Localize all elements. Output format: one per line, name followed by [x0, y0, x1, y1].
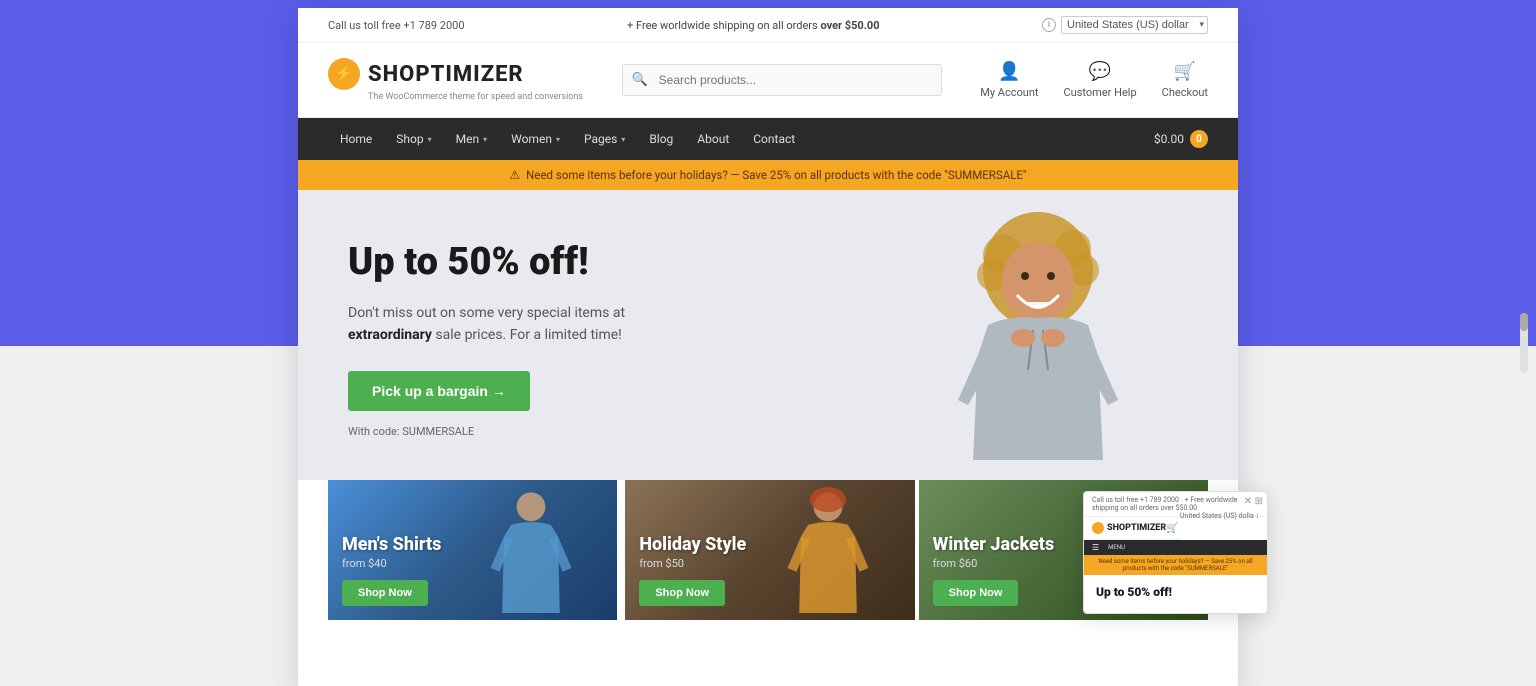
- nav-links: Home Shop ▾ Men ▾ Women ▾ Pages ▾ Blog A…: [328, 118, 807, 160]
- side-scrollbar[interactable]: [1520, 313, 1528, 373]
- currency-area: i United States (US) dollar Euro British…: [1042, 16, 1208, 34]
- mini-header: SHOPTIMIZER 🛒: [1084, 517, 1180, 540]
- product-card-mens: Men's Shirts from $40 Shop Now: [328, 480, 617, 620]
- search-input[interactable]: [622, 64, 942, 96]
- hero-promo-code: With code: SUMMERSALE: [348, 425, 625, 438]
- mini-logo-text: SHOPTIMIZER: [1107, 523, 1166, 533]
- account-icon: 👤: [998, 61, 1020, 82]
- help-icon: 💬: [1089, 61, 1111, 82]
- card-title-mens: Men's Shirts: [342, 534, 603, 555]
- hero-image: [898, 190, 1178, 480]
- hero-title: Up to 50% off!: [348, 242, 625, 284]
- checkout-icon: 🛒: [1174, 61, 1196, 82]
- card-price-mens: from $40: [342, 557, 603, 570]
- promo-banner: ⚠ Need some items before your holidays? …: [298, 160, 1238, 190]
- nav-contact[interactable]: Contact: [741, 118, 807, 160]
- product-card-holiday: Holiday Style from $50 Shop Now: [625, 480, 914, 620]
- nav-women[interactable]: Women ▾: [499, 118, 572, 160]
- shop-now-holiday[interactable]: Shop Now: [639, 580, 725, 606]
- nav-home[interactable]: Home: [328, 118, 384, 160]
- cart-count: 0: [1190, 130, 1208, 148]
- nav-pages[interactable]: Pages ▾: [572, 118, 637, 160]
- customer-help-link[interactable]: 💬 Customer Help: [1064, 61, 1137, 99]
- card-title-holiday: Holiday Style: [639, 534, 900, 555]
- mini-hero: Up to 50% off!: [1084, 575, 1267, 613]
- hero-cta-button[interactable]: Pick up a bargain →: [348, 371, 530, 411]
- mini-nav: ☰ MENU: [1084, 540, 1267, 555]
- nav-blog[interactable]: Blog: [637, 118, 685, 160]
- shipping-label: + Free worldwide shipping on all orders …: [627, 19, 880, 32]
- nav-about[interactable]: About: [685, 118, 741, 160]
- phone-label: Call us toll free +1 789 2000: [328, 19, 465, 32]
- mini-topbar: Call us toll free +1 789 2000 + Free wor…: [1084, 492, 1267, 517]
- logo-text: SHOPTIMIZER: [368, 62, 524, 87]
- site-header: ⚡ SHOPTIMIZER The WooCommerce theme for …: [298, 43, 1238, 118]
- nav-cart[interactable]: $0.00 0: [1154, 130, 1208, 148]
- top-bar: Call us toll free +1 789 2000 + Free wor…: [298, 8, 1238, 43]
- main-nav: Home Shop ▾ Men ▾ Women ▾ Pages ▾ Blog A…: [298, 118, 1238, 160]
- hero-section: Up to 50% off! Don't miss out on some ve…: [298, 190, 1238, 480]
- logo-icon: ⚡: [328, 58, 360, 90]
- info-icon: i: [1042, 18, 1056, 32]
- nav-men[interactable]: Men ▾: [444, 118, 499, 160]
- person-svg: [928, 200, 1148, 470]
- mini-hamburger-icon: ☰: [1092, 543, 1099, 552]
- my-account-link[interactable]: 👤 My Account: [980, 61, 1038, 99]
- logo-sub: The WooCommerce theme for speed and conv…: [328, 92, 583, 102]
- card-price-holiday: from $50: [639, 557, 900, 570]
- shop-now-winter[interactable]: Shop Now: [933, 580, 1019, 606]
- promo-text: Need some items before your holidays? — …: [526, 168, 1026, 182]
- currency-select[interactable]: United States (US) dollar Euro British P…: [1061, 16, 1208, 34]
- cart-amount: $0.00: [1154, 132, 1184, 146]
- mini-preview-window: ✕ ⊞ Call us toll free +1 789 2000 + Free…: [1083, 491, 1268, 614]
- search-bar: 🔍: [622, 64, 942, 96]
- header-actions: 👤 My Account 💬 Customer Help 🛒 Checkout: [980, 61, 1208, 99]
- mini-logo-icon: [1092, 522, 1104, 534]
- card-content-holiday: Holiday Style from $50 Shop Now: [639, 534, 900, 606]
- currency-wrapper[interactable]: United States (US) dollar Euro British P…: [1061, 16, 1208, 34]
- alert-icon: ⚠: [509, 168, 520, 182]
- card-content-mens: Men's Shirts from $40 Shop Now: [342, 534, 603, 606]
- mini-logo: SHOPTIMIZER: [1092, 522, 1166, 534]
- search-icon: 🔍: [632, 73, 648, 88]
- hero-content: Up to 50% off! Don't miss out on some ve…: [348, 242, 625, 438]
- mini-promo: Need some items before your holidays? — …: [1084, 555, 1267, 575]
- hero-description: Don't miss out on some very special item…: [348, 302, 625, 347]
- logo-area[interactable]: ⚡ SHOPTIMIZER The WooCommerce theme for …: [328, 58, 583, 102]
- resize-handle[interactable]: ✕ ⊞: [1244, 496, 1263, 507]
- mini-cart-icon: 🛒: [1166, 523, 1178, 534]
- checkout-link[interactable]: 🛒 Checkout: [1162, 61, 1208, 99]
- shop-now-mens[interactable]: Shop Now: [342, 580, 428, 606]
- nav-shop[interactable]: Shop ▾: [384, 118, 443, 160]
- mini-hero-title: Up to 50% off!: [1096, 585, 1255, 599]
